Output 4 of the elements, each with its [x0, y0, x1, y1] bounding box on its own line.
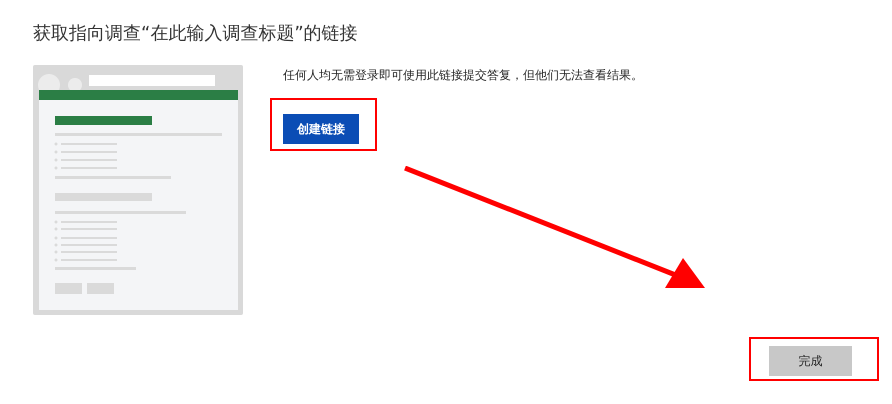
description-text: 任何人均无需登录即可使用此链接提交答复，但他们无法查看结果。	[283, 67, 643, 83]
done-button[interactable]: 完成	[769, 346, 852, 376]
create-link-button[interactable]: 创建链接	[283, 114, 359, 144]
dialog-title: 获取指向调查“在此输入调查标题”的链接	[32, 22, 359, 46]
